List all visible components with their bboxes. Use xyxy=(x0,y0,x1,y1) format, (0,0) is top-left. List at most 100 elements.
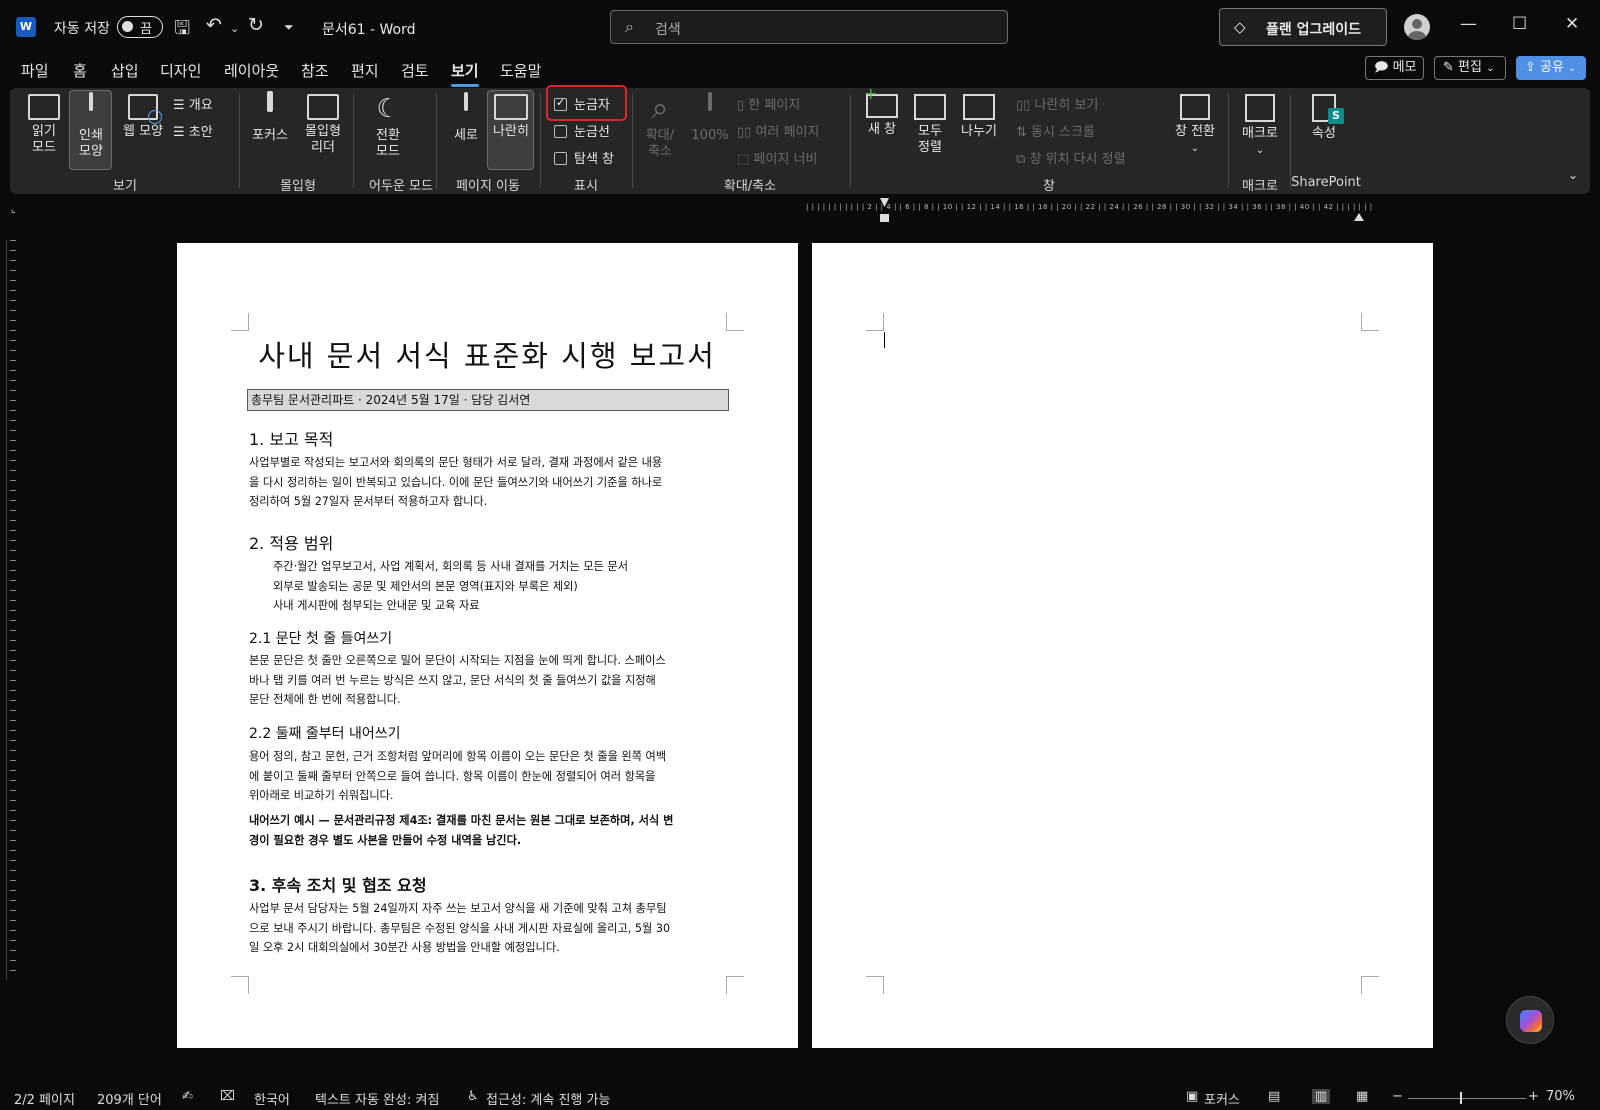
ruler-tick xyxy=(10,680,16,681)
view-side-by-side-button[interactable]: ▯▯ 나란히 보기 xyxy=(1016,94,1098,113)
tab-mailings[interactable]: 편지 xyxy=(351,60,379,81)
ribbon: 읽기 모드 인쇄 모양 웹 모양 ☰ 개요 ☰ 초안 보기 포커스 몰입형 리더… xyxy=(10,85,1590,194)
section-2-heading[interactable]: 2. 적용 범위 xyxy=(249,530,333,554)
section-3-body[interactable]: 사업부 문서 담당자는 5월 24일까지 자주 쓰는 보고서 양식을 새 기준에… xyxy=(249,899,729,958)
list-item: 주간·월간 업무보고서, 사업 계획서, 회의록 등 사내 결재를 거치는 모든… xyxy=(273,560,629,573)
collapse-ribbon-icon[interactable]: ⌄ xyxy=(1568,168,1578,182)
ruler-tick xyxy=(10,770,16,771)
section-2-1-heading[interactable]: 2.1 문단 첫 줄 들여쓰기 xyxy=(249,628,392,648)
close-icon[interactable]: ✕ xyxy=(1565,14,1579,34)
document-meta-line[interactable]: 총무팀 문서관리파트 · 2024년 5월 17일 · 담당 김서연 xyxy=(247,389,729,411)
tab-home[interactable]: 홈 xyxy=(73,60,87,81)
minimize-icon[interactable]: — xyxy=(1460,14,1477,34)
ruler-tick xyxy=(10,620,16,621)
switch-mode-button[interactable]: ☾ 전환 모드 xyxy=(368,94,408,160)
tab-file[interactable]: 파일 xyxy=(21,60,49,81)
reset-window-position-button[interactable]: ⧉ 창 위치 다시 정렬 xyxy=(1016,148,1126,167)
tab-layout[interactable]: 레이아웃 xyxy=(224,60,279,81)
print-layout-button[interactable]: 인쇄 모양 xyxy=(71,92,111,160)
upgrade-plan-button[interactable]: ◇ 플랜 업그레이드 xyxy=(1219,8,1387,46)
tab-review[interactable]: 검토 xyxy=(401,60,429,81)
nav-pane-checkbox[interactable]: 탐색 창 xyxy=(554,148,614,167)
zoom-slider-thumb[interactable] xyxy=(1460,1092,1462,1104)
undo-icon[interactable]: ↶ xyxy=(206,14,222,36)
document-page-1[interactable]: 사내 문서 서식 표준화 시행 보고서 총무팀 문서관리파트 · 2024년 5… xyxy=(177,243,798,1048)
maximize-icon[interactable]: ☐ xyxy=(1512,14,1527,34)
redo-icon[interactable]: ↻ xyxy=(248,14,264,36)
section-3-heading[interactable]: 3. 후속 조치 및 협조 요청 xyxy=(249,872,427,896)
horizontal-ruler[interactable]: | | | | | | | | | | | 2 | | 4 | | 6 | | … xyxy=(806,203,1436,217)
new-window-button[interactable]: + 새 창 xyxy=(860,86,904,138)
zoom-out-icon[interactable]: − xyxy=(1392,1089,1403,1104)
word-count[interactable]: 209개 단어 xyxy=(97,1089,162,1108)
body-line: 사업부별로 작성되는 보고서와 회의록의 문단 형태가 서로 달라, 결재 과정… xyxy=(249,456,663,469)
tab-view[interactable]: 보기 xyxy=(451,60,479,87)
immersive-reader-button[interactable]: 몰입형 리더 xyxy=(300,94,346,156)
track-changes-icon[interactable]: ⌧ xyxy=(220,1089,235,1104)
section-2-2-heading[interactable]: 2.2 둘째 줄부터 내어쓰기 xyxy=(249,723,401,743)
tab-references[interactable]: 참조 xyxy=(301,60,329,81)
ruler-checkbox[interactable]: 눈금자 xyxy=(554,94,610,113)
one-page-button[interactable]: ▯ 한 페이지 xyxy=(737,94,800,113)
side-by-side-button[interactable]: 나란히 xyxy=(489,94,533,140)
left-indent-marker[interactable] xyxy=(880,214,889,222)
zoom-100-button[interactable]: 100% xyxy=(690,92,730,144)
tab-help[interactable]: 도움말 xyxy=(500,60,541,81)
focus-mode-button[interactable]: 포커스 xyxy=(1204,1089,1240,1108)
gridlines-label: 눈금선 xyxy=(574,125,610,140)
print-layout-icon[interactable]: ▥ xyxy=(1312,1089,1331,1104)
web-layout-button[interactable]: 웹 모양 xyxy=(118,94,168,140)
focus-button[interactable]: 포커스 xyxy=(250,91,290,144)
memo-button[interactable]: 🗩 메모 xyxy=(1365,56,1424,80)
sync-scroll-button[interactable]: ⇅ 동시 스크롤 xyxy=(1016,121,1095,140)
edit-mode-button[interactable]: ✎ 편집 ⌄ xyxy=(1434,56,1506,80)
read-mode-icon[interactable]: ▤ xyxy=(1268,1089,1280,1104)
document-title-heading[interactable]: 사내 문서 서식 표준화 시행 보고서 xyxy=(237,333,737,375)
save-icon[interactable]: 🖫 xyxy=(174,14,190,46)
zoom-button[interactable]: ⌕ 확대/ 축소 xyxy=(640,94,680,160)
accessibility-status[interactable]: 접근성: 계속 진행 가능 xyxy=(486,1089,610,1108)
tab-selector-icon[interactable]: ⌞ xyxy=(11,204,16,215)
zoom-slider[interactable] xyxy=(1408,1092,1526,1104)
reset-window-position-icon: ⧉ xyxy=(1016,152,1026,167)
split-button[interactable]: 나누기 xyxy=(956,94,1002,140)
ruler-tick xyxy=(10,630,16,631)
switch-windows-button[interactable]: 창 전환 ⌄ xyxy=(1170,94,1220,157)
section-2-1-body[interactable]: 본문 문단은 첫 줄만 오른쪽으로 밀어 문단이 시작되는 지점을 눈에 띄게 … xyxy=(249,651,729,710)
undo-dropdown-icon[interactable]: ⌄ xyxy=(230,22,239,35)
tab-design[interactable]: 디자인 xyxy=(160,60,201,81)
ruler-tick xyxy=(10,730,16,731)
document-page-2[interactable] xyxy=(812,243,1433,1048)
gridlines-checkbox[interactable]: 눈금선 xyxy=(554,121,610,140)
outline-button[interactable]: ☰ 개요 xyxy=(173,94,213,113)
multiple-pages-button[interactable]: ▯▯ 여러 페이지 xyxy=(737,121,819,140)
vertical-button[interactable]: 세로 xyxy=(446,92,486,144)
body-line: 사업부 문서 담당자는 5월 24일까지 자주 쓰는 보고서 양식을 새 기준에… xyxy=(249,902,667,915)
properties-button[interactable]: S 속성 xyxy=(1302,94,1346,142)
hanging-indent-example[interactable]: 내어쓰기 예시 — 문서관리규정 제4조: 결재를 마친 문서는 원본 그대로 … xyxy=(249,811,729,850)
web-layout-icon[interactable]: ▦ xyxy=(1356,1089,1368,1104)
arrange-all-button[interactable]: 모두 정렬 xyxy=(910,94,950,156)
section-2-2-body[interactable]: 용어 정의, 참고 문헌, 근거 조항처럼 앞머리에 항목 이름이 오는 문단은… xyxy=(249,747,729,806)
zoom-in-icon[interactable]: + xyxy=(1528,1089,1539,1104)
zoom-level[interactable]: 70% xyxy=(1546,1089,1575,1104)
draft-button[interactable]: ☰ 초안 xyxy=(173,121,213,140)
customize-toolbar-icon[interactable]: ⏷ xyxy=(284,20,294,35)
section-2-list[interactable]: 주간·월간 업무보고서, 사업 계획서, 회의록 등 사내 결재를 거치는 모든… xyxy=(273,557,733,616)
copilot-button[interactable] xyxy=(1506,996,1554,1044)
macros-button[interactable]: 매크로 ⌄ xyxy=(1238,94,1282,159)
section-1-heading[interactable]: 1. 보고 목적 xyxy=(249,426,333,450)
tab-insert[interactable]: 삽입 xyxy=(111,60,139,81)
share-button[interactable]: ⇪ 공유 ⌄ xyxy=(1516,56,1586,80)
proofing-icon[interactable]: ✍ xyxy=(182,1089,193,1104)
text-predictions-status[interactable]: 텍스트 자동 완성: 켜짐 xyxy=(315,1089,439,1108)
section-1-body[interactable]: 사업부별로 작성되는 보고서와 회의록의 문단 형태가 서로 달라, 결재 과정… xyxy=(249,453,729,512)
read-mode-button[interactable]: 읽기 모드 xyxy=(26,94,62,156)
language-indicator[interactable]: 한국어 xyxy=(254,1089,290,1108)
page-width-button[interactable]: ⬚ 페이지 너비 xyxy=(737,148,817,167)
avatar[interactable] xyxy=(1404,14,1430,40)
page-count[interactable]: 2/2 페이지 xyxy=(14,1089,75,1108)
search-box[interactable]: ⌕ 검색 xyxy=(610,10,1008,44)
vertical-ruler[interactable] xyxy=(6,240,20,980)
autosave-toggle[interactable]: 끔 xyxy=(117,16,163,38)
